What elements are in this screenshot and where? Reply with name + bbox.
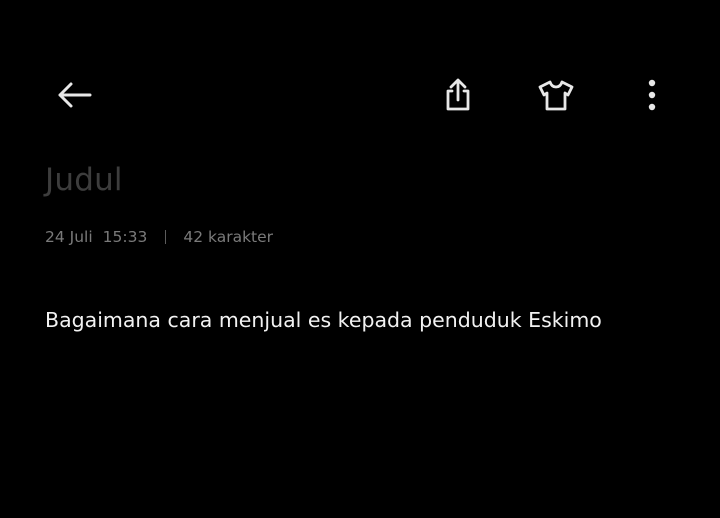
character-count: 42 karakter: [183, 228, 274, 246]
note-time: 15:33: [102, 228, 148, 246]
arrow-left-icon: [58, 82, 92, 108]
share-button[interactable]: [434, 71, 482, 119]
theme-button[interactable]: [532, 71, 580, 119]
meta-divider: [165, 230, 167, 244]
more-options-button[interactable]: [628, 71, 676, 119]
back-button[interactable]: [50, 71, 98, 119]
note-title-field[interactable]: Judul: [45, 160, 123, 200]
note-content-field[interactable]: Bagaimana cara menjual es kepada pendudu…: [45, 305, 602, 335]
note-date: 24 Juli: [45, 228, 93, 246]
shirt-icon: [538, 80, 574, 111]
share-icon: [446, 78, 470, 111]
more-vertical-icon: [648, 79, 656, 111]
note-metadata: 24 Juli 15:33 42 karakter: [45, 226, 273, 248]
